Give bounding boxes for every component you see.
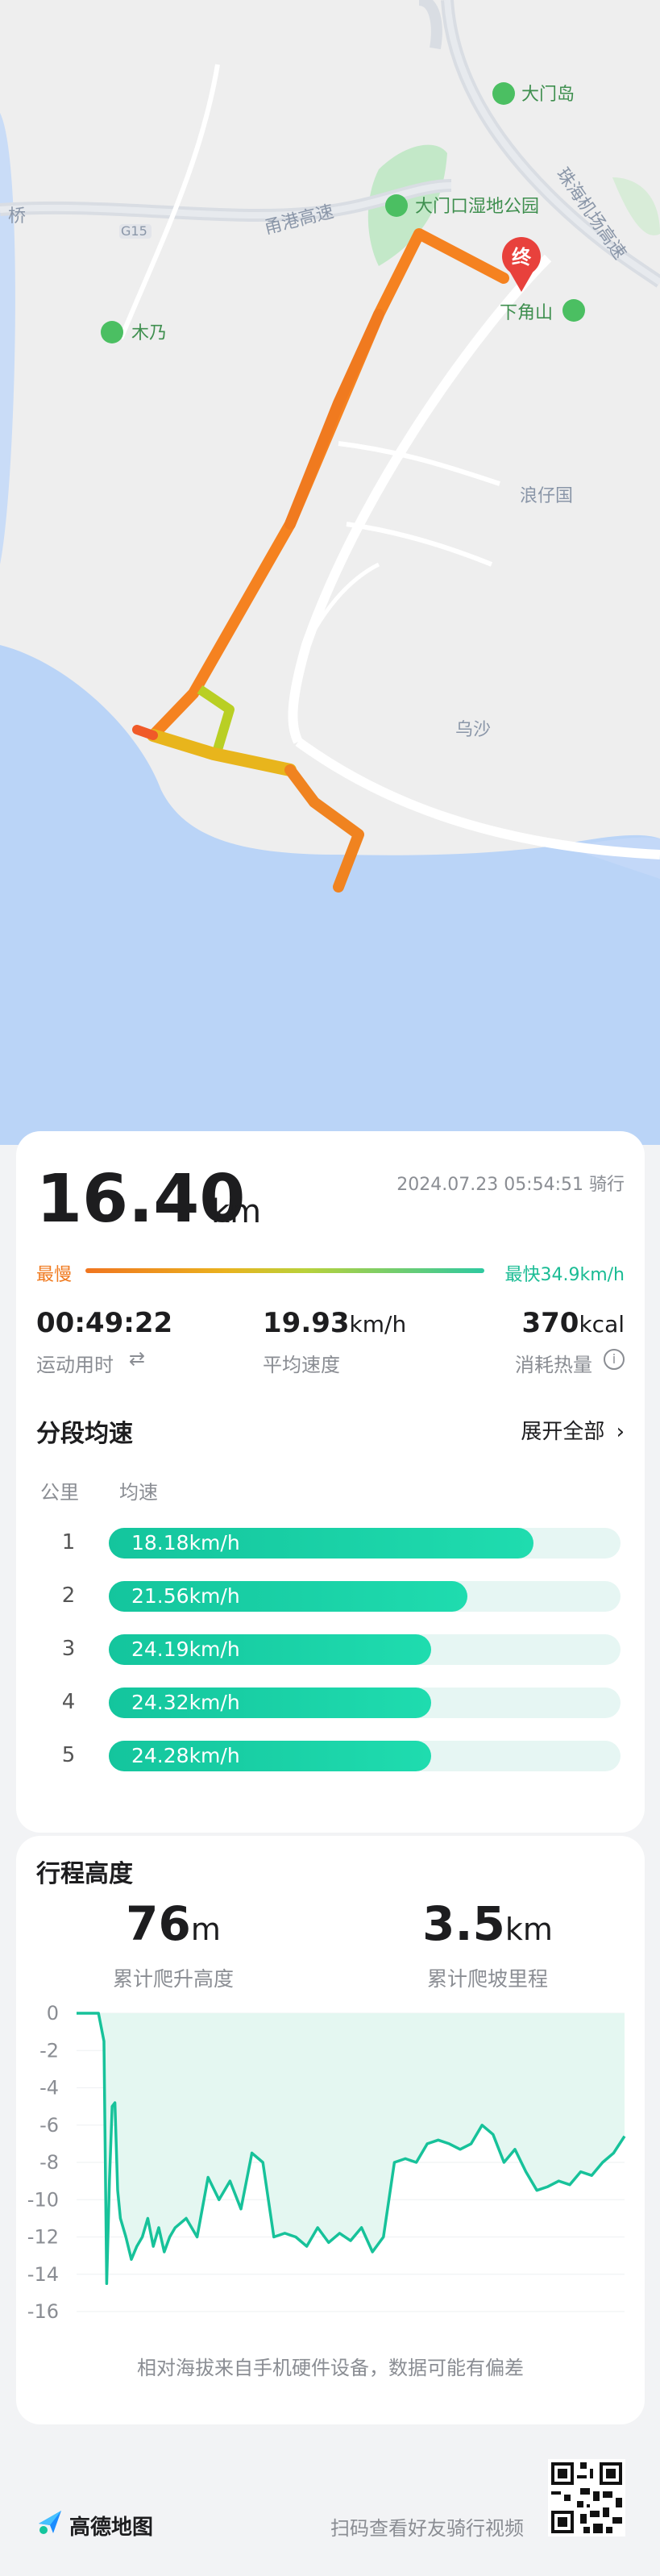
y-tick-label: 0	[47, 2002, 59, 2025]
segment-km: 4	[61, 1690, 76, 1714]
segments-title: 分段均速	[36, 1420, 133, 1448]
avg-speed: 19.93km/h	[263, 1307, 406, 1339]
calories: 370kcal	[521, 1307, 625, 1339]
scan-hint: 扫码查看好友骑行视频	[330, 2517, 524, 2540]
y-tick-label: -12	[27, 2226, 59, 2249]
expand-all-label: 展开全部	[521, 1420, 605, 1444]
duration-value: 00:49:22	[36, 1307, 173, 1339]
fastest-label: 最快34.9km/h	[504, 1265, 625, 1285]
expand-all-button[interactable]: 展开全部 ›	[521, 1415, 625, 1445]
segment-bar-track: 24.28km/h	[109, 1741, 621, 1771]
segment-km: 2	[61, 1583, 76, 1608]
y-tick-label: -4	[39, 2077, 59, 2100]
y-tick-label: -6	[39, 2114, 59, 2137]
climb-label: 累计爬升高度	[112, 1967, 234, 1991]
road-label-bridge: 桥	[8, 206, 26, 227]
y-tick-label: -10	[27, 2188, 59, 2211]
place-label-munai: 木乃	[131, 323, 167, 343]
climb-stat: 76m	[16, 1896, 330, 1951]
avg-speed-value: 19.93	[263, 1307, 350, 1339]
place-label-langzaiguo: 浪仔国	[520, 486, 573, 506]
place-label-xiajiaoshan: 下角山	[500, 303, 553, 323]
segment-bar-fill: 18.18km/h	[109, 1528, 534, 1559]
elevation-card: 行程高度 76m 累计爬升高度 3.5km 累计爬坡里程 0 -2 -4 -6 -8 -1…	[16, 1836, 645, 2424]
elevation-chart[interactable]: 0 -2 -4 -6 -8 -10 -12 -14 -16	[16, 1997, 645, 2336]
segment-bar-track: 18.18km/h	[109, 1528, 621, 1559]
swap-icon[interactable]: ⇄	[129, 1347, 145, 1370]
svg-text:终: 终	[512, 246, 532, 268]
slope-value: 3.5	[422, 1896, 505, 1951]
calories-unit: kcal	[579, 1311, 625, 1338]
place-label-damendao: 大门岛	[521, 85, 575, 105]
slowest-label: 最慢	[36, 1265, 73, 1285]
segment-bar-track: 24.32km/h	[109, 1688, 621, 1718]
segment-bar-track: 24.19km/h	[109, 1634, 621, 1665]
brand-label: 高德地图	[69, 2516, 154, 2540]
place-label-wusha: 乌沙	[455, 720, 491, 740]
calories-value: 370	[521, 1307, 579, 1339]
route-map[interactable]: 终 大门岛 大门口湿地公园 下角山 木乃 浪仔国 乌沙 桥 G15 甬港高速 珠…	[0, 0, 660, 1145]
chevron-right-icon: ›	[616, 1420, 625, 1444]
y-tick-label: -2	[39, 2039, 59, 2062]
summary-card: 16.40 km 2024.07.23 05:54:51 骑行 最慢 最快34.…	[16, 1131, 645, 1833]
avg-speed-unit: km/h	[349, 1311, 407, 1338]
place-label-wetland-park: 大门口湿地公园	[415, 197, 539, 217]
col-speed: 均速	[119, 1481, 158, 1504]
distance-unit: km	[211, 1193, 262, 1230]
elevation-note: 相对海拔来自手机硬件设备，数据可能有偏差	[137, 2357, 524, 2379]
duration-label: 运动用时	[36, 1354, 114, 1376]
segment-bar-fill: 24.19km/h	[109, 1634, 432, 1665]
slope-label: 累计爬坡里程	[426, 1967, 548, 1991]
y-tick-label: -14	[27, 2263, 59, 2286]
col-km: 公里	[40, 1481, 79, 1504]
y-tick-label: -8	[39, 2151, 59, 2174]
elevation-title: 行程高度	[36, 1860, 133, 1888]
footer: 高德地图 扫码查看好友骑行视频	[0, 2427, 660, 2576]
slope-stat: 3.5km	[330, 1896, 645, 1951]
segment-bar-fill: 24.32km/h	[109, 1688, 432, 1718]
info-icon[interactable]: i	[604, 1349, 625, 1370]
climb-value: 76	[126, 1896, 191, 1951]
speed-gradient-bar	[85, 1268, 484, 1273]
amap-logo-icon	[35, 2507, 64, 2536]
qr-code-icon[interactable]	[548, 2459, 625, 2536]
y-tick-label: -16	[27, 2300, 59, 2323]
segment-km: 3	[61, 1637, 76, 1661]
slope-unit: km	[504, 1912, 553, 1947]
segment-bar-fill: 21.56km/h	[109, 1581, 467, 1612]
road-label-g15: G15	[121, 223, 147, 239]
segment-km: 5	[61, 1743, 76, 1767]
avg-speed-label: 平均速度	[263, 1354, 340, 1376]
climb-unit: m	[190, 1912, 221, 1947]
datetime-activity: 2024.07.23 05:54:51 骑行	[396, 1175, 625, 1195]
segment-bar-fill: 24.28km/h	[109, 1741, 432, 1771]
segment-bar-track: 21.56km/h	[109, 1581, 621, 1612]
elevation-area	[77, 2013, 625, 2284]
segment-km: 1	[61, 1530, 76, 1554]
calories-label: 消耗热量	[515, 1354, 592, 1376]
